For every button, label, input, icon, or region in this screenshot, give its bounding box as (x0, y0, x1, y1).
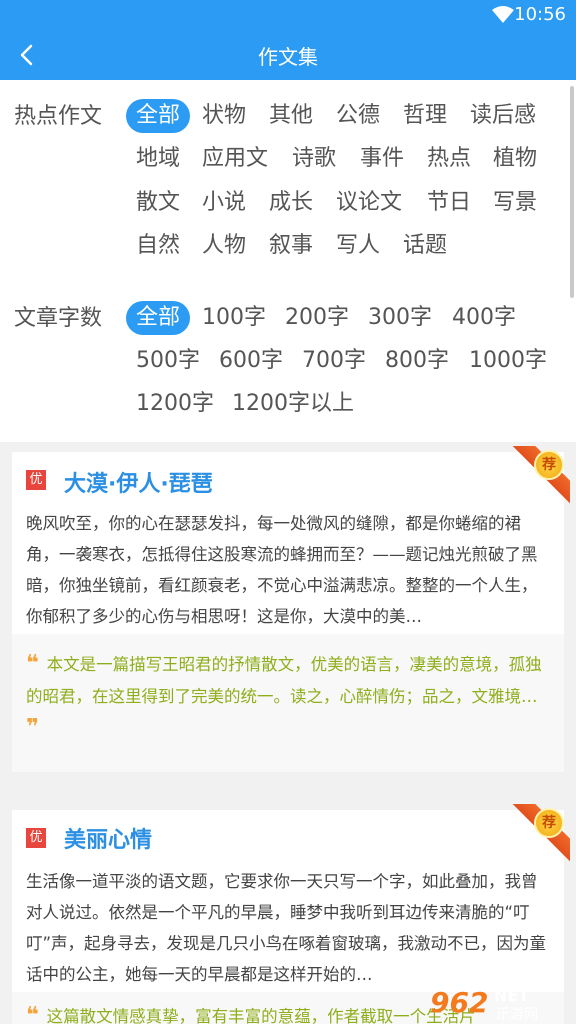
status-time: 10:56 (514, 4, 566, 25)
status-bar: 10:56 (0, 0, 576, 30)
word-count-tag[interactable]: 1200字以上 (232, 387, 354, 421)
hot-topic-tag[interactable]: 议论文 (336, 186, 402, 220)
article-title[interactable]: 美丽心情 (64, 822, 152, 854)
hot-topic-tag[interactable]: 写景 (493, 186, 537, 220)
word-count-tag[interactable]: 全部 (126, 301, 191, 335)
word-count-tag[interactable]: 200字 (285, 301, 349, 335)
hot-filter-label: 热点作文 (14, 104, 103, 129)
wifi-icon (492, 6, 514, 23)
word-count-tag[interactable]: 600字 (219, 344, 283, 378)
hot-topic-tag[interactable]: 诗歌 (292, 142, 336, 176)
hot-topic-tag[interactable]: 节日 (427, 186, 471, 220)
word-count-tag[interactable]: 1000字 (469, 344, 547, 378)
hot-topic-tag[interactable]: 哲理 (403, 99, 447, 133)
page-title: 作文集 (258, 45, 318, 69)
word-count-tag[interactable]: 1200字 (136, 387, 214, 421)
recommend-ribbon-icon: 荐 (506, 804, 570, 868)
word-count-tag[interactable]: 400字 (452, 301, 516, 335)
article-title[interactable]: 大漠·伊人·琵琶 (64, 466, 213, 498)
site-watermark-logo: 962 NET 乐游网 (430, 986, 538, 1023)
hot-topic-tag[interactable]: 植物 (493, 142, 537, 176)
hot-topic-tag[interactable]: 读后感 (470, 99, 536, 133)
hot-topic-tag[interactable]: 成长 (269, 186, 313, 220)
open-quote-icon: ❝ (26, 1003, 47, 1024)
article-excerpt: 晚风吹至，你的心在瑟瑟发抖，每一处微风的缝隙，都是你蜷缩的裙角，一袭寒衣，怎抵得… (26, 514, 538, 626)
app-bar: 作文集 (0, 30, 576, 80)
hot-topic-tag[interactable]: 小说 (202, 186, 246, 220)
open-quote-icon: ❝ (26, 651, 47, 676)
word-count-tag[interactable]: 500字 (136, 344, 200, 378)
hot-topic-tag[interactable]: 状物 (202, 99, 246, 133)
hot-topic-tag[interactable]: 叙事 (269, 229, 313, 263)
hot-topic-tag[interactable]: 应用文 (202, 142, 268, 176)
hot-topic-tag[interactable]: 全部 (126, 99, 191, 133)
hot-topic-tag[interactable]: 热点 (427, 142, 471, 176)
hot-topic-tag[interactable]: 自然 (136, 229, 180, 263)
hot-topic-tag[interactable]: 话题 (403, 229, 447, 263)
review-box: ❝ 本文是一篇描写王昭君的抒情散文，优美的语言，凄美的意境，孤独的昭君，在这里得… (12, 634, 564, 772)
word-count-tag[interactable]: 100字 (202, 301, 266, 335)
close-quote-icon: ❞ (26, 715, 39, 740)
word-count-tag[interactable]: 800字 (385, 344, 449, 378)
hot-topic-tag[interactable]: 散文 (136, 186, 180, 220)
count-filter-label: 文章字数 (14, 306, 103, 331)
hot-topic-tag[interactable]: 写人 (336, 229, 380, 263)
hot-topic-tag[interactable]: 地域 (136, 142, 180, 176)
article-excerpt: 生活像一道平淡的语文题，它要求你一天只写一个字，如此叠加，我曾对人说过。依然是一… (26, 872, 547, 984)
word-count-tag[interactable]: 700字 (302, 344, 366, 378)
excellent-badge: 优 (26, 470, 46, 490)
hot-topic-tag[interactable]: 人物 (202, 229, 246, 263)
scrollbar[interactable] (570, 86, 574, 298)
recommend-ribbon-icon: 荐 (506, 446, 570, 510)
filter-panel: 热点作文 全部 状物 其他 公德 哲理 读后感 地域 应用文 诗歌 事件 热点 植物 散文 小说 成长 议论文… (0, 80, 576, 442)
hot-topic-tag[interactable]: 事件 (360, 142, 404, 176)
excellent-badge: 优 (26, 828, 46, 848)
word-count-tag[interactable]: 300字 (368, 301, 432, 335)
hot-topic-tag[interactable]: 其他 (269, 99, 313, 133)
hot-topic-tag[interactable]: 公德 (336, 99, 380, 133)
article-card[interactable]: 优 大漠·伊人·琵琶 荐 晚风吹至，你的心在瑟瑟发抖，每一处微风的缝隙，都是你蜷… (12, 446, 570, 772)
review-text: ❝ 本文是一篇描写王昭君的抒情散文，优美的语言，凄美的意境，孤独的昭君，在这里得… (26, 651, 542, 740)
